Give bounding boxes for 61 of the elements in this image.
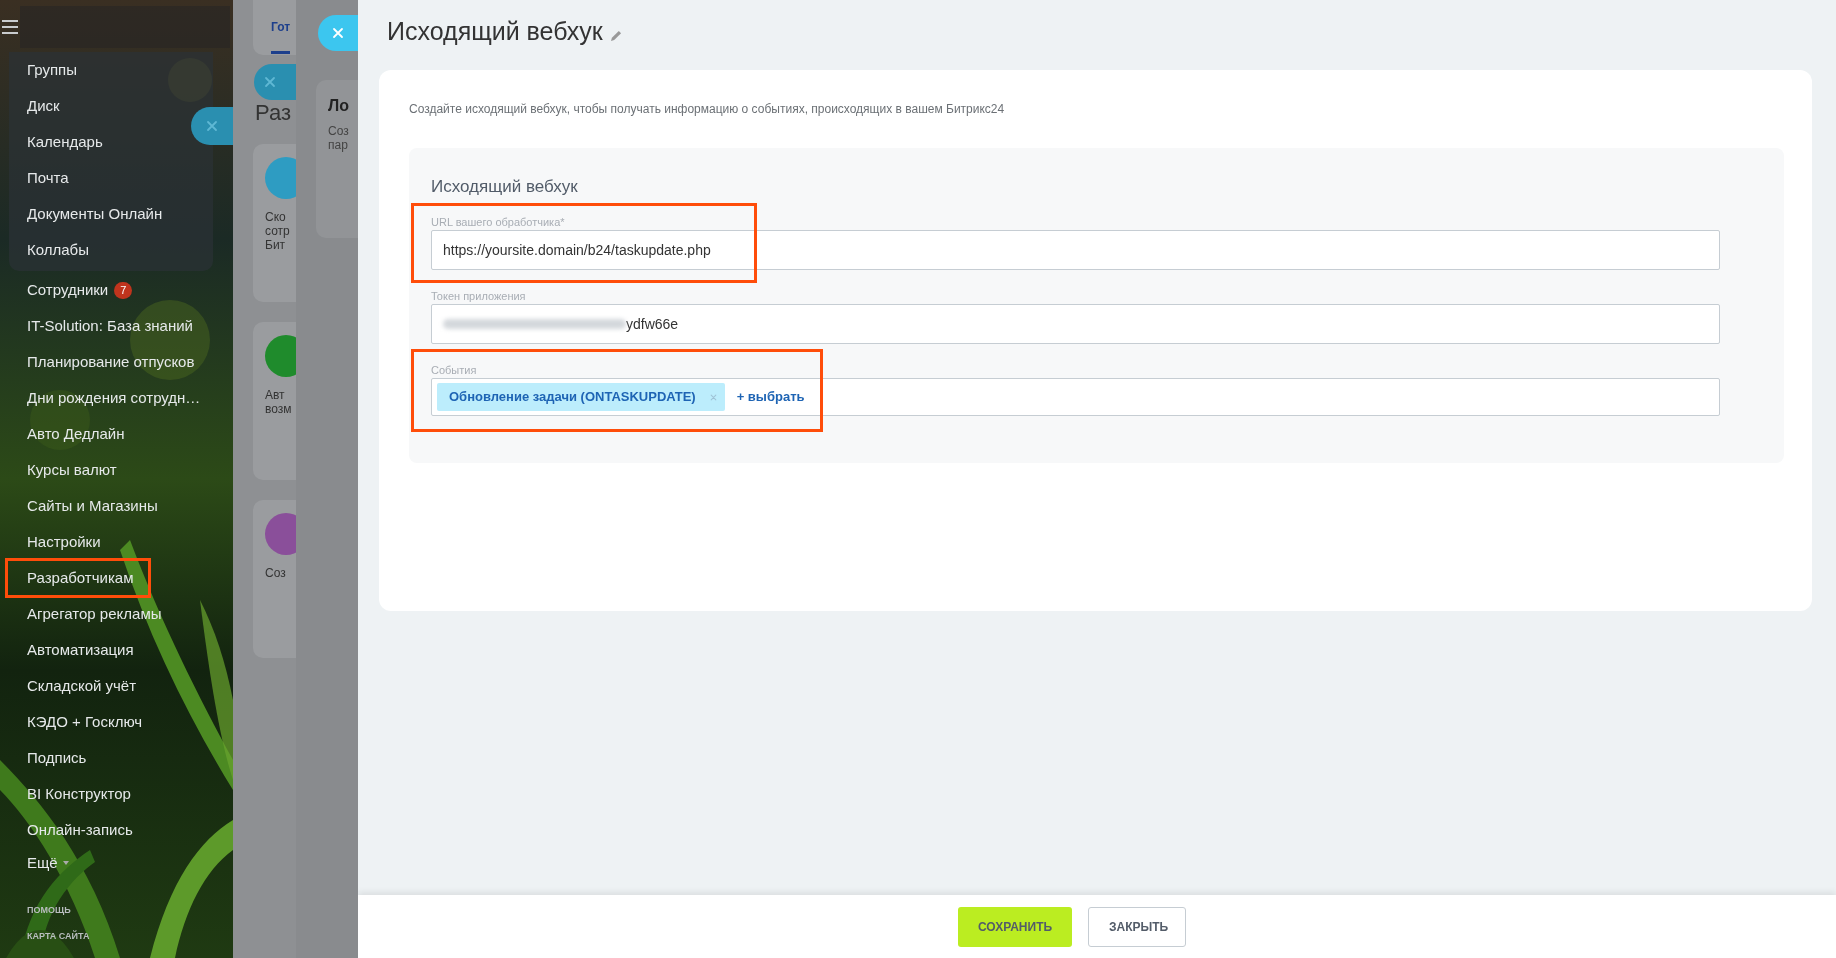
sidebar-item[interactable]: Планирование отпусков [7,344,211,380]
sidebar-item[interactable]: Дни рождения сотрудн… [7,380,217,416]
card-text: Авт [265,388,286,402]
sidebar-item[interactable]: Документы Онлайн [27,202,163,226]
close-icon [206,120,218,132]
tab[interactable]: Гот [271,18,291,54]
sidebar-item[interactable]: Автоматизация [7,632,150,668]
sidebar-item[interactable]: IT-Solution: База знаний [7,308,209,344]
app-card[interactable]: Авт возм [253,322,296,480]
field-label: События [431,364,477,376]
footer-link[interactable]: КАРТА САЙТА [0,930,233,942]
close-icon [332,27,344,39]
page-title: Раз [255,100,292,125]
card-text: Соз [328,124,350,138]
card-text: пар [328,138,349,152]
sidebar-item[interactable]: Группы [27,58,77,82]
select-link[interactable]: + выбрать [736,387,805,407]
remove-icon [709,393,717,401]
caret-icon [62,861,69,865]
more-menu-button[interactable]: Ещё [0,848,233,878]
card-text: возм [265,402,293,416]
field-label: URL вашего обработчика* [431,216,565,228]
event-tag: Обновление задачи (ONTASKUPDATE) [437,383,725,411]
sidebar-item[interactable]: Разработчикам [7,560,150,596]
sidebar-item[interactable]: Диск [27,94,60,118]
close-icon [264,76,276,88]
input-field[interactable]: https://yoursite.domain/b24/taskupdate.php [431,230,1720,270]
sidebar-item[interactable]: КЭДО + Госключ [7,704,159,740]
sidebar-item[interactable]: Курсы валют [7,452,133,488]
app-card[interactable]: Соз [253,500,296,658]
close-button[interactable]: ЗАКРЫТЬ [1088,906,1186,947]
description: Создайте исходящий вебхук, чтобы получать информацию о событиях, происходящих в вашем Битрикс24 [409,101,1006,118]
sidebar-item[interactable]: Почта [27,166,69,190]
sidebar-item[interactable]: Онлайн-запись [7,812,149,848]
sidebar-item[interactable]: Коллабы [27,238,89,262]
sidebar-item[interactable]: Агрегатор рекламы [7,596,178,632]
close-button[interactable] [318,15,358,51]
card-text: Бит [265,238,287,252]
close-button[interactable] [191,107,233,145]
section-title: Исходящий вебхук [431,176,579,196]
footer-link[interactable]: ПОМОЩЬ [0,904,233,916]
sidebar-item[interactable]: Сотрудники 7 [7,272,149,308]
sidebar-item[interactable]: BI Конструктор [7,776,147,812]
card-title: Ло [328,96,350,116]
input-field[interactable]: ydfw66e [431,304,1720,344]
card-text: сотр [265,224,291,238]
field-label: Токен приложения [431,290,526,302]
app-card[interactable]: Ско сотр Бит [253,144,296,302]
card-text: Ско [265,210,287,224]
sidebar-item[interactable]: Авто Дедлайн [7,416,141,452]
sidebar-item[interactable]: Календарь [27,130,103,154]
save-button[interactable]: СОХРАНИТЬ [958,906,1072,947]
sidebar-item[interactable]: Сайты и Магазины [7,488,174,524]
card-text: Соз [265,566,287,580]
menu-icon[interactable] [2,20,18,34]
edit-icon[interactable] [610,29,622,41]
sidebar-item[interactable]: Подпись [7,740,103,776]
sidebar-item[interactable]: Складской учёт [7,668,153,704]
panel-title: Исходящий вебхук [387,16,603,48]
sidebar-item[interactable]: Настройки [7,524,117,560]
tag-field[interactable]: Обновление задачи (ONTASKUPDATE) + выбрать [431,378,1720,416]
